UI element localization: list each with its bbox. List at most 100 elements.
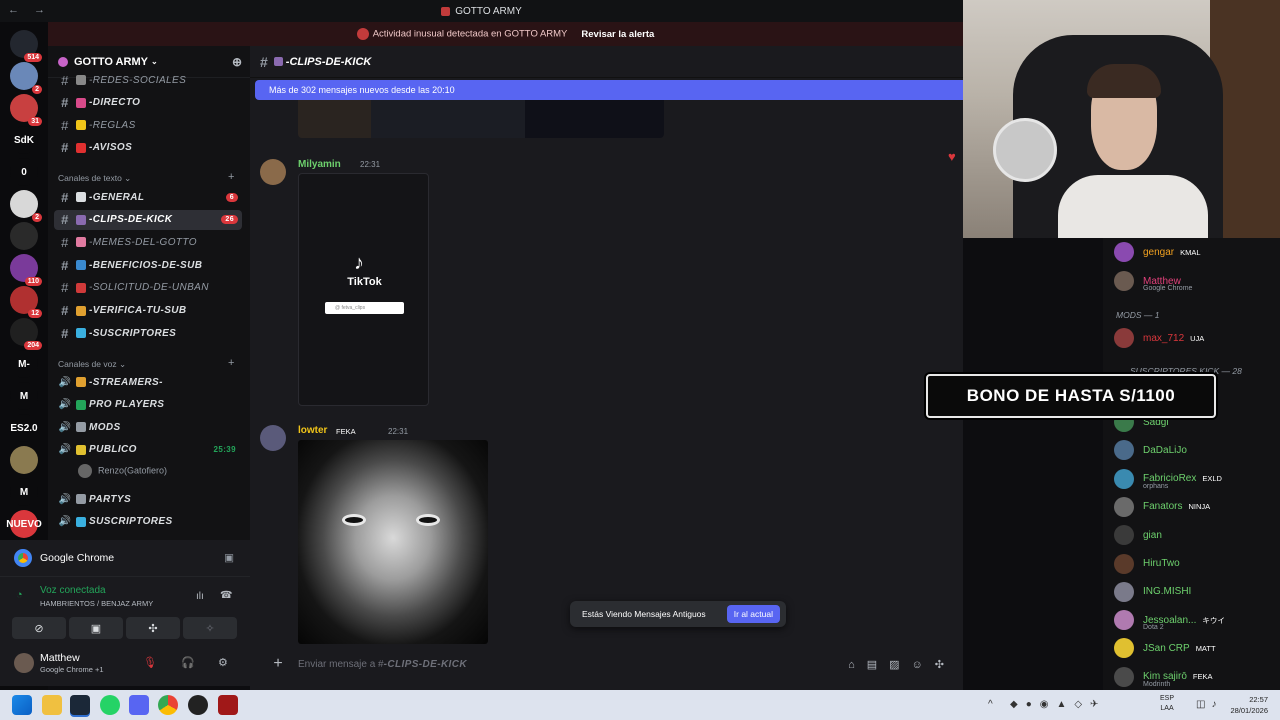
text-category[interactable]: Canales de texto ⌄ + [58, 171, 234, 184]
server-icon[interactable]: 2 [10, 190, 42, 222]
member-item[interactable]: HiruTwo [1114, 553, 1180, 574]
camera-off-button[interactable]: ⊘ [12, 617, 66, 639]
chevron-up-icon[interactable]: ^ [988, 699, 993, 710]
system-icons[interactable]: ◫♪ [1196, 699, 1222, 710]
message-author[interactable]: lowter [298, 425, 327, 436]
channel-item[interactable]: 🔊 -STREAMERS- [54, 372, 242, 392]
member-item[interactable]: Kim sajirō FEKA Modrinth [1114, 666, 1213, 688]
soundboard-button[interactable]: ✧ [183, 617, 237, 639]
server-icon[interactable] [10, 222, 38, 250]
server-icon[interactable]: 0 [10, 158, 38, 186]
channel-item[interactable]: # -MEMES-DEL-GOTTO [54, 232, 242, 252]
member-item[interactable]: max_712 UJA [1114, 328, 1204, 348]
steam-icon[interactable] [70, 695, 90, 715]
server-icon[interactable]: M- [10, 350, 38, 378]
whatsapp-icon[interactable] [100, 695, 120, 715]
add-attachment-icon[interactable]: + [258, 655, 298, 673]
add-member-icon[interactable]: ⊕ [232, 55, 242, 69]
clock[interactable]: 22:57 28/01/2026 [1230, 694, 1268, 716]
member-item[interactable]: Matthew Google Chrome [1114, 271, 1192, 292]
avatar[interactable] [260, 159, 286, 185]
gear-icon[interactable]: ⚙ [218, 656, 228, 669]
server-icon[interactable]: 204 [10, 318, 42, 350]
message-composer[interactable]: + Enviar mensaje a # -CLIPS-DE-KICK ⌂▤▨☺… [258, 650, 956, 678]
member-item[interactable]: Jessoalan... キウイ Dota 2 [1114, 610, 1225, 631]
member-name: ING.MISHI [1143, 586, 1192, 598]
server-icon[interactable]: NUEVO [6, 510, 42, 538]
tray-icons[interactable]: ◆●◉▲◇✈ [1010, 699, 1106, 710]
channel-item[interactable]: 🔊 PARTYS [54, 489, 242, 509]
channel-item[interactable]: # -VERIFICA-TU-SUB [54, 301, 242, 321]
voice-user[interactable]: Renzo(Gatofiero) [78, 464, 167, 478]
channel-item[interactable]: 🔊 SUSCRIPTORES [54, 512, 242, 532]
history-nav[interactable]: ← → [8, 4, 51, 16]
member-item[interactable]: ING.MISHI [1114, 581, 1192, 602]
jump-to-present-button[interactable]: Ir al actual [726, 605, 780, 623]
member-name: gengar [1143, 246, 1175, 258]
tiktok-label: TikTok [347, 276, 382, 288]
server-icon[interactable]: 110 [10, 254, 42, 286]
start-icon[interactable] [12, 695, 32, 715]
channel-name: -CLIPS-DE-KICK [89, 214, 173, 226]
channel-item[interactable]: # -SOLICITUD-DE-UNBAN [54, 278, 242, 298]
add-channel-icon[interactable]: + [228, 171, 234, 183]
screen-share-button[interactable]: ▣ [69, 617, 123, 639]
channel-item[interactable]: # -SUSCRIPTORES [54, 323, 242, 343]
channel-item[interactable]: # -AVISOS [54, 138, 242, 158]
server-icon[interactable]: 12 [10, 286, 42, 318]
member-item[interactable]: JSan CRP MATT [1114, 638, 1216, 659]
composer-tools[interactable]: ⌂▤▨☺✣ [848, 658, 956, 671]
channel-item[interactable]: # -GENERAL 6 [54, 187, 242, 207]
member-activity: Google Chrome [1143, 285, 1193, 292]
new-messages-banner[interactable]: Más de 302 mensajes nuevos desde las 20:… [255, 80, 963, 100]
server-icon[interactable]: SdK [10, 126, 38, 154]
channel-item[interactable]: 🔊 MODS [54, 417, 242, 437]
previous-attachment[interactable] [298, 100, 664, 138]
channel-item[interactable]: 🔊 PUBLICO 25:39 [54, 440, 242, 460]
channel-item[interactable]: # -REDES-SOCIALES [54, 70, 242, 90]
channel-item[interactable]: # -BENEFICIOS-DE-SUB [54, 255, 242, 275]
deafen-icon[interactable]: 🎧 [181, 656, 195, 669]
discord-icon[interactable] [129, 695, 149, 715]
image-attachment[interactable] [298, 440, 488, 644]
activity-row[interactable]: Google Chrome ▣ [0, 540, 250, 576]
add-channel-icon[interactable]: + [228, 357, 234, 369]
channel-item[interactable]: # -REGLAS [54, 115, 242, 135]
server-icon[interactable]: M [10, 478, 38, 506]
channel-item[interactable]: # -CLIPS-DE-KICK 26 [54, 209, 242, 230]
composer-prefix: Enviar mensaje a # [298, 658, 384, 670]
tiktok-embed[interactable]: ♪ TikTok @ fetva_clips [298, 173, 429, 406]
avatar[interactable] [14, 653, 34, 673]
activities-button[interactable]: ✣ [126, 617, 180, 639]
obs-icon[interactable] [188, 695, 208, 715]
old-messages-text: Estás Viendo Mensajes Antiguos [582, 609, 706, 619]
channel-item[interactable]: 🔊 PRO PLAYERS [54, 395, 242, 415]
server-icon[interactable]: 514 [10, 30, 42, 62]
member-item[interactable]: gengar KMAL [1114, 242, 1201, 262]
server-icon[interactable]: M [10, 382, 38, 410]
activity-options-icon[interactable]: ▣ [224, 552, 234, 564]
review-alert-button[interactable]: Revisar la alerta [581, 29, 654, 40]
server-icon[interactable] [10, 446, 38, 474]
unread-count: 6 [225, 192, 238, 202]
server-icon[interactable]: ES2.0 [10, 414, 38, 442]
member-item[interactable]: DaDaLiJo [1114, 440, 1187, 461]
server-icon[interactable]: 31 [10, 94, 42, 126]
hash-icon: # [61, 234, 69, 250]
member-item[interactable]: Fanators NINJA [1114, 496, 1210, 517]
app-icon[interactable] [218, 695, 238, 715]
soundboard-icon[interactable]: ılı [196, 591, 204, 602]
chrome-icon[interactable] [158, 695, 178, 715]
message-author[interactable]: Milyamin [298, 159, 341, 170]
explorer-icon[interactable] [42, 695, 62, 715]
voice-category[interactable]: Canales de voz ⌄ + [58, 357, 234, 370]
member-item[interactable]: FabricioRex EXLD orphans [1114, 468, 1222, 490]
disconnect-icon[interactable]: ☎ [220, 590, 232, 601]
language-indicator[interactable]: ESP LAA [1160, 694, 1174, 714]
member-item[interactable]: gian [1114, 525, 1162, 546]
mic-muted-icon[interactable]: 🎙 [143, 656, 157, 669]
mods-group-label: MODS — 1 [1116, 310, 1160, 320]
server-icon[interactable]: 2 [10, 62, 42, 94]
channel-item[interactable]: # -DIRECTO [54, 93, 242, 113]
avatar[interactable] [260, 425, 286, 451]
